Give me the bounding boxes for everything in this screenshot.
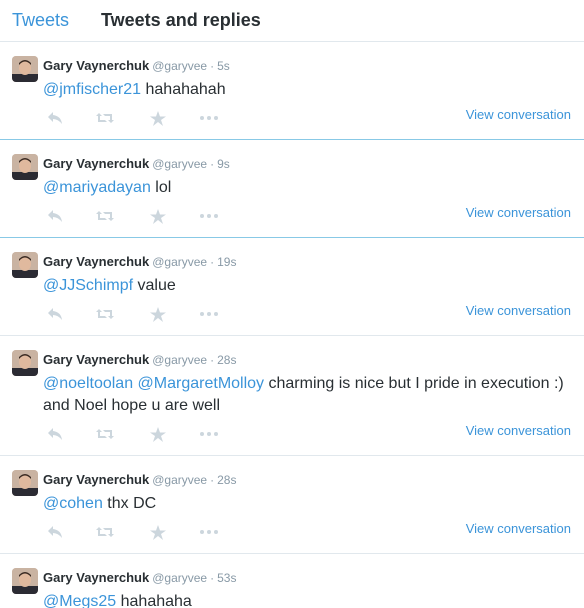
avatar[interactable] [12,252,38,278]
separator: · [210,473,215,487]
reply-icon[interactable] [43,522,67,542]
mention-link[interactable]: @mariyadayan [43,179,151,196]
author-handle[interactable]: @garyvee [152,571,207,585]
tweet-body: value [137,277,176,294]
tweet-text: @jmfischer21 hahahahah [43,79,573,101]
timestamp[interactable]: 28s [217,473,236,487]
view-conversation-link[interactable]: View conversation [466,205,571,220]
view-conversation-link[interactable]: View conversation [466,107,571,122]
retweet-icon[interactable] [93,206,117,226]
tweet-body: hahahaha [120,593,192,608]
author-name[interactable]: Gary Vaynerchuk [43,570,149,585]
tweet-header: Gary Vaynerchuk @garyvee · 19s [43,254,236,270]
view-conversation-link[interactable]: View conversation [466,521,571,536]
retweet-icon[interactable] [93,108,117,128]
favorite-icon[interactable] [146,304,170,324]
retweet-icon[interactable] [93,424,117,444]
tweet-body: thx DC [107,495,157,512]
tweet-body: hahahahah [145,81,226,98]
more-icon[interactable] [197,522,221,542]
author-name[interactable]: Gary Vaynerchuk [43,58,149,73]
author-handle[interactable]: @garyvee [152,157,207,171]
author-handle[interactable]: @garyvee [152,353,207,367]
reply-icon[interactable] [43,424,67,444]
timestamp[interactable]: 19s [217,255,236,269]
tweet-text: @cohen thx DC [43,493,573,515]
tweet-header: Gary Vaynerchuk @garyvee · 5s [43,58,230,74]
retweet-icon[interactable] [93,522,117,542]
tweet-item[interactable]: Gary Vaynerchuk @garyvee · 9s @mariyadayan … [0,140,584,238]
tweet-header: Gary Vaynerchuk @garyvee · 53s [43,570,236,586]
view-conversation-link[interactable]: View conversation [466,303,571,318]
more-icon[interactable] [197,206,221,226]
avatar[interactable] [12,350,38,376]
tweet-header: Gary Vaynerchuk @garyvee · 28s [43,352,236,368]
tweet-item[interactable]: Gary Vaynerchuk @garyvee · 28s @noeltoolan … [0,336,584,456]
retweet-icon[interactable] [93,304,117,324]
reply-icon[interactable] [43,304,67,324]
reply-icon[interactable] [43,108,67,128]
tab-tweets[interactable]: Tweets [12,9,69,31]
author-handle[interactable]: @garyvee [152,59,207,73]
avatar[interactable] [12,568,38,594]
author-name[interactable]: Gary Vaynerchuk [43,156,149,171]
tweet-body: lol [155,179,172,196]
mention-link[interactable]: @noeltoolan [43,375,133,392]
separator: · [210,571,215,585]
more-icon[interactable] [197,424,221,444]
mention-link[interactable]: @MargaretMolloy [138,375,265,392]
reply-icon[interactable] [43,206,67,226]
tweet-text: @mariyadayan lol [43,177,573,199]
tweet-header: Gary Vaynerchuk @garyvee · 9s [43,156,230,172]
timestamp[interactable]: 9s [217,157,230,171]
separator: · [210,353,215,367]
author-name[interactable]: Gary Vaynerchuk [43,352,149,367]
favorite-icon[interactable] [146,108,170,128]
more-icon[interactable] [197,108,221,128]
avatar[interactable] [12,470,38,496]
tweet-item[interactable]: Gary Vaynerchuk @garyvee · 53s @Megs25 haha… [0,554,584,608]
separator: · [210,157,215,171]
author-handle[interactable]: @garyvee [152,255,207,269]
tweet-text: @JJSchimpf value [43,275,573,297]
mention-link[interactable]: @Megs25 [43,593,116,608]
mention-link[interactable]: @JJSchimpf [43,277,133,294]
author-name[interactable]: Gary Vaynerchuk [43,254,149,269]
tweet-header: Gary Vaynerchuk @garyvee · 28s [43,472,236,488]
more-icon[interactable] [197,304,221,324]
author-name[interactable]: Gary Vaynerchuk [43,472,149,487]
favorite-icon[interactable] [146,424,170,444]
avatar[interactable] [12,56,38,82]
timestamp[interactable]: 5s [217,59,230,73]
tab-tweets-and-replies[interactable]: Tweets and replies [101,9,261,31]
tweet-item[interactable]: Gary Vaynerchuk @garyvee · 5s @jmfischer21 … [0,42,584,140]
timestamp[interactable]: 28s [217,353,236,367]
mention-link[interactable]: @cohen [43,495,103,512]
tweet-text: @noeltoolan @MargaretMolloy charming is … [43,373,573,417]
separator: · [210,59,215,73]
tweet-text: @Megs25 hahahaha [43,591,573,608]
author-handle[interactable]: @garyvee [152,473,207,487]
favorite-icon[interactable] [146,522,170,542]
tweet-item[interactable]: Gary Vaynerchuk @garyvee · 28s @cohen thx D… [0,456,584,554]
timestamp[interactable]: 53s [217,571,236,585]
profile-tabs: Tweets Tweets and replies [0,0,584,42]
mention-link[interactable]: @jmfischer21 [43,81,141,98]
avatar[interactable] [12,154,38,180]
view-conversation-link[interactable]: View conversation [466,423,571,438]
favorite-icon[interactable] [146,206,170,226]
separator: · [210,255,215,269]
tweet-item[interactable]: Gary Vaynerchuk @garyvee · 19s @JJSchimpf v… [0,238,584,336]
